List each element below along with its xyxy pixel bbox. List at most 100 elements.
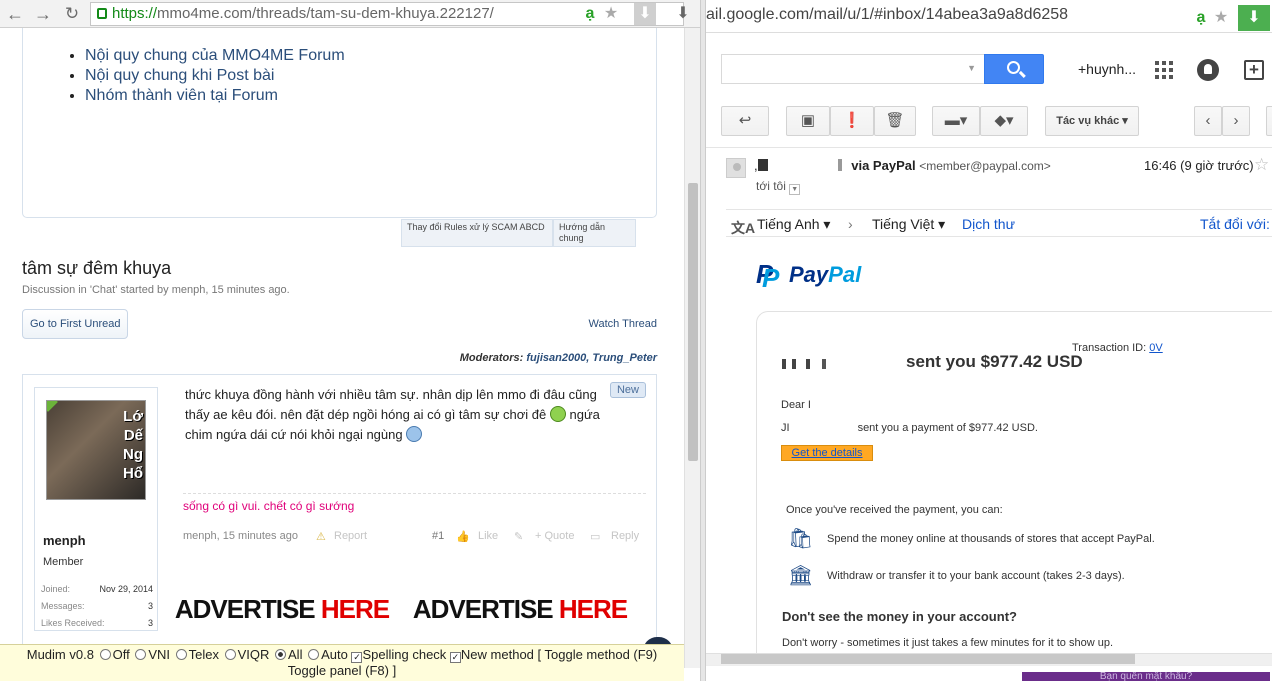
get-details-button[interactable]: Get the details [781,445,873,461]
vni-radio[interactable] [135,649,147,660]
joined-stat: Joined: Nov 29, 2014 [41,584,153,594]
translate-to-select[interactable]: Tiếng Việt ▾ [872,210,945,238]
list-item[interactable]: Nội quy chung của MMO4ME Forum [85,46,656,66]
quote-icon: ✎ [514,531,524,543]
search-button[interactable] [984,54,1044,84]
label-tag-icon: ◆▾ [994,112,1014,129]
toggle-panel-link[interactable]: Toggle panel (F8) ] [288,663,396,678]
search-icon [1007,61,1020,74]
rules-panel: Nội quy chung của MMO4ME Forum Nội quy c… [22,28,657,218]
viqr-radio[interactable] [224,649,236,660]
spelling-checkbox[interactable]: ✓ [351,652,363,663]
archive-button[interactable]: ▣ [786,106,830,136]
more-actions-button[interactable]: Tác vụ khác ▾ [1045,106,1139,136]
translate-from-select[interactable]: Tiếng Anh ▾ [757,210,830,238]
left-browser-toolbar: ← → ↻ https://mmo4me.com/threads/tam-su-… [0,0,700,28]
settings-button[interactable] [1266,106,1272,136]
all-radio[interactable] [275,649,287,660]
go-first-unread-button[interactable]: Go to First Unread [22,309,129,339]
forgot-password-link[interactable]: Bạn quên mật khẩu? [1022,672,1270,681]
menu-download-icon[interactable]: ⬇ [672,3,694,25]
notifications-icon[interactable] [1197,59,1219,81]
vertical-scrollbar[interactable] [684,28,700,668]
scrollbar-thumb[interactable] [688,183,698,461]
username[interactable]: menph [43,533,86,548]
once-received-text: Once you've received the payment, you ca… [786,504,1003,516]
bookmark-star-icon[interactable]: ★ [1210,7,1232,29]
translate-message-link[interactable]: Dịch thư [962,210,1015,238]
recipient-line: tới tôi ▼ [756,179,801,195]
new-method-checkbox[interactable]: ✓ [449,652,461,663]
grin-emoji-icon [549,406,566,422]
signature: sống có gì vui. chết có gì sướng [183,499,355,513]
advertise-banner[interactable]: ADVERTISE HERE [403,579,637,639]
user-card: Lớ Dế Ng Hổ menph Member Joined: Nov 29, … [34,387,158,631]
post-container: Lớ Dế Ng Hổ menph Member Joined: Nov 29, … [22,374,657,664]
reload-icon[interactable]: ↻ [61,3,83,25]
avatar[interactable]: Lớ Dế Ng Hổ [46,400,146,500]
reply-icon: ▭ [590,531,601,543]
right-address-bar[interactable]: ail.google.com/mail/u/1/#inbox/14abea3a9… [706,4,1232,28]
toggle-method-link[interactable]: Toggle method (F9) [545,647,658,662]
star-icon[interactable]: ☆ [1254,155,1269,175]
back-to-inbox-button[interactable]: ↩ [721,106,769,136]
newer-button[interactable]: ‹ [1194,106,1222,136]
post-number[interactable]: #1 [432,530,444,542]
lock-icon [97,8,107,19]
tab-scam-rules[interactable]: Thay đổi Rules xử lý SCAM ABCD [401,219,553,247]
user-link[interactable]: +huynh... [1078,61,1136,77]
arrow-right-icon: › [848,216,853,232]
redacted-name [757,159,848,171]
older-button[interactable]: › [1222,106,1250,136]
move-to-button[interactable]: ▬▾ [932,106,980,136]
spam-icon: ❗ [842,112,862,129]
delete-button[interactable]: 🗑 [874,106,916,136]
search-input[interactable]: ▼ [721,54,985,84]
bookmark-star-icon[interactable]: ★ [600,3,622,25]
like-link[interactable]: Like [478,530,498,542]
advertise-banner[interactable]: ADVERTISE HERE [165,579,399,639]
back-icon: ↩ [738,112,752,129]
warning-icon: ⚠ [316,531,326,543]
right-browser-window: ail.google.com/mail/u/1/#inbox/14abea3a9… [706,0,1272,681]
scrollbar-thumb[interactable] [721,654,1135,664]
divider [706,147,1272,148]
telex-radio[interactable] [175,649,187,660]
off-radio[interactable] [99,649,111,660]
details-dropdown-icon[interactable]: ▼ [789,184,801,195]
shocked-emoji-icon [406,426,423,442]
right-browser-toolbar: ail.google.com/mail/u/1/#inbox/14abea3a9… [706,0,1272,33]
translate-bar: 文A Tiếng Anh ▾ › Tiếng Việt ▾ Dịch thư T… [726,209,1272,237]
auto-radio[interactable] [308,649,320,660]
report-link[interactable]: Report [334,530,367,542]
turn-off-translate-link[interactable]: Tắt đổi với: [1200,210,1270,238]
signature-divider [183,493,646,494]
transaction-id: Transaction ID: 0V [1072,342,1163,354]
quote-link[interactable]: + Quote [535,530,574,542]
translate-icon[interactable]: ạ [1190,7,1212,29]
post-author-date[interactable]: menph, 15 minutes ago [183,530,298,542]
moderators-links[interactable]: fujisan2000, Trung_Peter [526,352,657,364]
download-icon[interactable]: ⬇ [634,3,656,25]
paypal-p-icon: P [762,263,780,293]
greeting: Dear I [781,399,811,411]
translate-icon[interactable]: ạ [579,3,601,25]
transaction-id-link[interactable]: 0V [1149,342,1162,354]
list-item[interactable]: Nhóm thành viên tại Forum [85,86,656,106]
chevron-down-icon[interactable]: ▼ [967,63,976,73]
post-message: thức khuya đồng hành với nhiều tâm sự. n… [185,387,600,442]
reply-link[interactable]: Reply [611,530,639,542]
labels-button[interactable]: ◆▾ [980,106,1028,136]
bank-icon: 🏛 [788,565,814,587]
sender-line: , via PayPal <member@paypal.com> [754,158,1051,173]
thread-meta: Discussion in 'Chat' started by menph, 1… [22,284,290,296]
download-icon[interactable]: ⬇ [1238,5,1270,31]
forward-arrow-icon[interactable]: → [32,3,54,25]
back-arrow-icon[interactable]: ← [4,3,26,25]
spam-button[interactable]: ❗ [830,106,874,136]
share-plus-icon[interactable]: + [1244,60,1264,80]
list-item[interactable]: Nội quy chung khi Post bài [85,66,656,86]
watch-thread-link[interactable]: Watch Thread [589,318,657,330]
apps-grid-icon[interactable] [1155,61,1173,79]
tab-guide[interactable]: Hướng dẫn chung [553,219,636,247]
